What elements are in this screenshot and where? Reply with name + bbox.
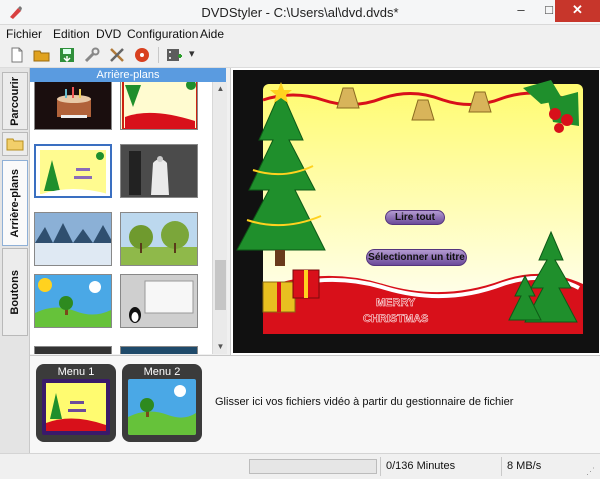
menu-2-thumbnail[interactable]: Menu 2	[122, 364, 202, 442]
folder-icon	[6, 138, 24, 151]
titleset-panel: Menu 1 Menu 2 Glisser ici vos fichiers v…	[30, 355, 600, 453]
save-icon[interactable]	[58, 46, 76, 64]
menu-configuration[interactable]: Configuration	[127, 27, 198, 41]
disc-usage-progress	[249, 459, 377, 474]
menu-1-label: Menu 1	[57, 366, 95, 378]
toolbar-separator	[158, 47, 159, 63]
tab-parcourir[interactable]: Parcourir	[2, 72, 28, 130]
menu-1-thumbnail[interactable]: Menu 1	[36, 364, 116, 442]
status-separator	[380, 457, 381, 476]
close-button[interactable]: ✕	[555, 0, 600, 22]
add-film-icon[interactable]	[165, 46, 183, 64]
add-film-dropdown-arrow[interactable]: ▾	[189, 47, 195, 60]
burn-disc-icon[interactable]	[133, 46, 151, 64]
scroll-up-arrow[interactable]: ▲	[213, 82, 228, 96]
menu-fichier[interactable]: Fichier	[6, 27, 42, 41]
greeting-line-2: CHRISTMAS	[363, 313, 428, 325]
thumbnail-wedding-bw[interactable]	[120, 144, 198, 198]
bitrate-status: 8 MB/s	[507, 460, 542, 472]
thumbnail-christmas-frame-red[interactable]	[120, 82, 198, 130]
status-bar: 0/136 Minutes 8 MB/s ⋰	[0, 453, 600, 479]
menu-bar: Fichier Edition DVD Configuration Aide	[0, 25, 600, 42]
scroll-down-arrow[interactable]: ▼	[213, 340, 228, 354]
thumbnail-park-trees[interactable]	[120, 212, 198, 266]
open-folder-icon[interactable]	[33, 46, 51, 64]
menu-button-lire-tout[interactable]: Lire tout	[385, 210, 445, 225]
menu-2-preview-image	[128, 379, 196, 435]
backgrounds-grid	[30, 82, 212, 354]
scroll-thumb[interactable]	[215, 260, 226, 310]
new-document-icon[interactable]	[8, 46, 26, 64]
menu-dvd[interactable]: DVD	[96, 27, 121, 41]
title-bar: DVDStyler - C:\Users\al\dvd.dvds* – □ ✕	[0, 0, 600, 25]
status-separator	[501, 457, 502, 476]
duration-status: 0/136 Minutes	[386, 460, 456, 472]
menu-edition[interactable]: Edition	[53, 27, 90, 41]
thumbnail-penguin-screen[interactable]	[120, 274, 198, 328]
toolbar: ▾	[0, 42, 600, 68]
menu-1-preview-image	[42, 379, 110, 435]
settings-wrench-icon[interactable]	[83, 46, 101, 64]
thumbnail-partial-1[interactable]	[34, 346, 112, 354]
menu-button-selectionner-titre[interactable]: Sélectionner un titre	[366, 249, 467, 266]
drop-files-hint: Glisser ici vos fichiers vidéo à partir …	[215, 396, 514, 408]
folder-tab[interactable]	[2, 132, 28, 156]
thumbnail-cartoon-landscape[interactable]	[34, 274, 112, 328]
menu-editor-area: MERRY CHRISTMAS Lire tout Sélectionner u…	[230, 68, 600, 355]
tab-arriere-plans[interactable]: Arrière-plans	[2, 160, 28, 246]
resize-grip-icon[interactable]: ⋰	[586, 466, 595, 477]
thumbnail-winter-forest[interactable]	[34, 212, 112, 266]
thumbnail-christmas-tree-frame[interactable]	[34, 144, 112, 198]
minimize-button[interactable]: –	[507, 0, 535, 22]
menu-2-label: Menu 2	[143, 366, 181, 378]
thumbnail-partial-2[interactable]	[120, 346, 198, 354]
thumbnail-birthday-cake[interactable]	[34, 82, 112, 130]
backgrounds-panel-header: Arrière-plans	[30, 68, 226, 82]
tab-boutons[interactable]: Boutons	[2, 248, 28, 336]
tools-icon[interactable]	[108, 46, 126, 64]
backgrounds-scrollbar[interactable]: ▲ ▼	[212, 82, 227, 354]
left-tab-strip: Parcourir Arrière-plans Boutons	[0, 68, 30, 453]
menu-aide[interactable]: Aide	[200, 27, 224, 41]
greeting-line-1: MERRY	[376, 297, 416, 309]
